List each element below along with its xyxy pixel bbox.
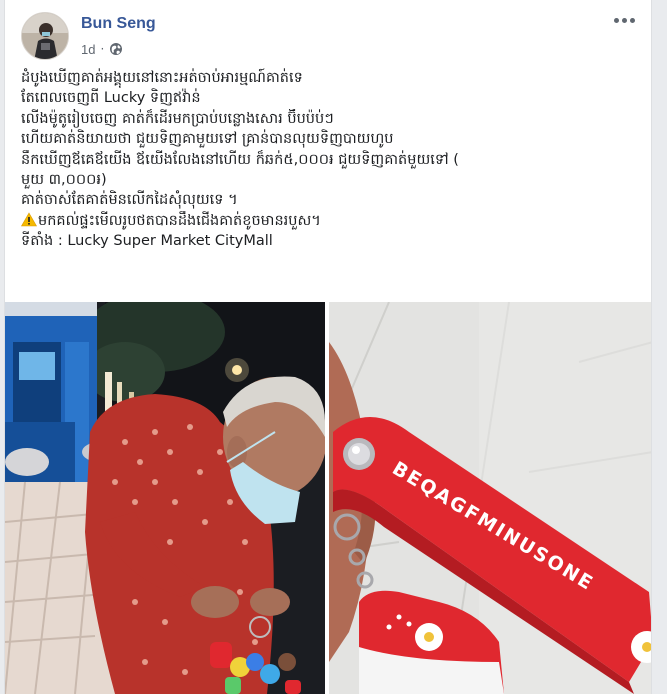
- photo-old-man-selling-keychains: [5, 302, 325, 694]
- photo-grid: BEQAGFMINUSONE: [5, 302, 651, 694]
- avatar-image: [22, 13, 68, 59]
- warning-line: មកគល់ផ្ទះមើលរូបថតបានដឹងជើងគាត់ខូចមានរបួស…: [21, 211, 641, 231]
- more-options-button[interactable]: [611, 10, 637, 30]
- post-line: តែពេលចេញពី Lucky ទិញឥវ៉ាន់: [21, 90, 201, 107]
- post-line: ហើយគាត់និយាយថា ជួយទិញគាមួយទៅ គ្រាន់បានលុ…: [21, 131, 394, 148]
- post-line: មួយ ៣,០០០៛): [21, 171, 107, 188]
- photo-old-man[interactable]: [5, 302, 325, 694]
- warning-text: មកគល់ផ្ទះមើលរូបថតបានដឹងជើងគាត់ខូចមានរបួស…: [38, 212, 321, 229]
- post-line: ដំបូងឃើញគាត់អង្គុយនៅនោះអត់ចាប់អារម្មណ៍គា…: [21, 70, 303, 86]
- post-line: លើងម៉ូតូរៀបចេញ គាត់ក៏ដើរមកប្រាប់បន្លោងសោ…: [21, 110, 334, 127]
- post-line: គាត់ចាស់តែគាត់មិនលើកដៃសុំលុយទេ ។: [21, 192, 238, 209]
- avatar[interactable]: [21, 12, 69, 60]
- warning-icon: [21, 212, 37, 227]
- meta-separator: ·: [100, 42, 105, 56]
- photo-red-keychain: BEQAGFMINUSONE: [329, 302, 651, 694]
- post-line: នឹកឃើញឪគេឪយើង ឪយើងលែងនៅហើយ ក៏ឆក់៥,០០០៛ ជ…: [21, 151, 459, 168]
- post-meta: 1d ·: [81, 40, 123, 58]
- post-time[interactable]: 1d: [81, 42, 95, 57]
- author-name[interactable]: Bun Seng: [81, 15, 156, 33]
- post-card: Bun Seng 1d · ដំបូងឃើញគាត់អង្គុយនៅនោះអត់…: [4, 0, 652, 694]
- globe-icon[interactable]: [109, 42, 123, 56]
- post-header: Bun Seng 1d ·: [5, 0, 651, 62]
- ellipsis-icon: [613, 17, 619, 23]
- location-line: ទីតាំង : Lucky Super Market CityMall: [21, 233, 273, 250]
- photo-keychain[interactable]: BEQAGFMINUSONE: [329, 302, 651, 694]
- post-text: ដំបូងឃើញគាត់អង្គុយនៅនោះអត់ចាប់អារម្មណ៍គា…: [21, 68, 641, 252]
